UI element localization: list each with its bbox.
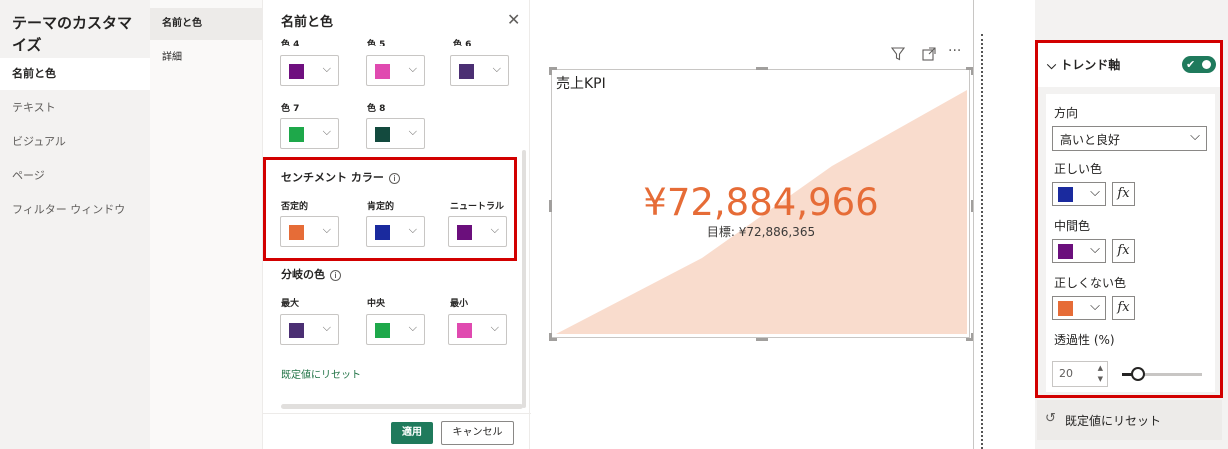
chevron-down-icon: ⌵ [408,125,417,138]
divergent-heading: 分岐の色 i [281,266,341,282]
min-swatch [457,323,472,338]
negative-swatch [289,225,304,240]
horizontal-scrollbar[interactable] [281,404,523,409]
resize-handle[interactable] [756,67,768,70]
subnav-item-name-and-colors[interactable]: 名前と色 [150,8,262,40]
neutral-label: ニュートラル [450,202,505,212]
color-6-picker[interactable]: ⌵ [450,55,509,86]
apply-button[interactable]: 適用 [391,422,433,444]
chevron-down-icon: ⌵ [490,321,499,334]
theme-customize-screen: テーマのカスタマイズ 名前と色 テキスト ビジュアル ページ フィルター ウィン… [0,0,1228,449]
kpi-visual[interactable]: 売上KPI ¥72,884,966 目標: ¥72,886,365 [549,67,974,341]
positive-color-picker[interactable]: ⌵ [366,216,425,247]
reset-icon: ↺ [1045,411,1056,426]
format-reset-label: 既定値にリセット [1065,414,1162,428]
more-options-icon[interactable]: ··· [948,43,961,59]
color-5-swatch [375,64,390,79]
max-swatch [289,323,304,338]
visual-title: 売上KPI [556,76,606,92]
sentiment-heading: センチメント カラー i [281,169,400,185]
nav-item-text[interactable]: テキスト [0,92,150,124]
info-icon[interactable]: i [388,173,400,184]
focus-mode-icon[interactable] [922,47,936,65]
positive-label: 肯定的 [367,202,395,212]
page-boundary [981,34,983,449]
center-swatch [375,323,390,338]
negative-label: 否定的 [281,202,309,212]
resize-handle[interactable] [549,200,552,212]
resize-handle[interactable] [756,338,768,341]
max-color-picker[interactable]: ⌵ [280,314,339,345]
color-8-swatch [375,127,390,142]
min-label: 最小 [450,299,469,309]
color-6-swatch [459,64,474,79]
sub-nav: 名前と色 詳細 [150,0,262,449]
chevron-down-icon: ⌵ [322,223,331,236]
chevron-down-icon: ⌵ [322,321,331,334]
canvas-edge [973,0,974,449]
center-label: 中央 [367,299,386,309]
chevron-down-icon: ⌵ [322,62,331,75]
trend-axis-highlight-box [1035,40,1223,398]
close-icon[interactable]: ✕ [507,10,520,29]
reset-to-default-link[interactable]: 既定値にリセット [281,366,361,381]
resize-handle[interactable] [549,333,552,341]
chevron-down-icon: ⌵ [408,223,417,236]
nav-item-filter-pane[interactable]: フィルター ウィンドウ [0,194,150,226]
chevron-down-icon: ⌵ [322,125,331,138]
neutral-swatch [457,225,472,240]
negative-color-picker[interactable]: ⌵ [280,216,339,247]
chevron-down-icon: ⌵ [492,62,501,75]
color-7-label: 色 7 [281,104,300,114]
color-7-swatch [289,127,304,142]
filter-icon[interactable] [890,47,906,65]
color-4-swatch [289,64,304,79]
kpi-value: ¥72,884,966 [643,181,879,224]
color-4-label: 色 4 [281,40,300,46]
nav-item-page[interactable]: ページ [0,160,150,192]
color-6-label: 色 6 [453,40,472,46]
visual-header-icons: ··· [890,43,970,67]
chevron-down-icon: ⌵ [408,62,417,75]
nav-title: テーマのカスタマイズ [12,14,133,54]
sentiment-heading-text: センチメント カラー [281,171,384,184]
vertical-scrollbar[interactable] [522,150,526,408]
format-reset-button[interactable]: ↺ 既定値にリセット [1037,400,1222,440]
positive-swatch [375,225,390,240]
cancel-button[interactable]: キャンセル [441,421,514,445]
settings-panel: 名前と色 ✕ 色 4 色 5 色 6 ⌵ ⌵ ⌵ 色 7 色 8 ⌵ ⌵ センチ… [262,0,531,449]
chevron-down-icon: ⌵ [490,223,499,236]
color-4-picker[interactable]: ⌵ [280,55,339,86]
footer-divider [263,413,531,414]
min-color-picker[interactable]: ⌵ [448,314,507,345]
center-color-picker[interactable]: ⌵ [366,314,425,345]
resize-handle[interactable] [549,67,552,75]
kpi-goal: 目標: ¥72,886,365 [706,225,816,239]
color-7-picker[interactable]: ⌵ [280,118,339,149]
color-8-label: 色 8 [367,104,386,114]
max-label: 最大 [281,299,300,309]
nav-item-name-and-colors[interactable]: 名前と色 [0,58,150,90]
color-8-picker[interactable]: ⌵ [366,118,425,149]
color-5-label: 色 5 [367,40,386,46]
nav-item-visuals[interactable]: ビジュアル [0,126,150,158]
neutral-color-picker[interactable]: ⌵ [448,216,507,247]
color-5-picker[interactable]: ⌵ [366,55,425,86]
chevron-down-icon: ⌵ [408,321,417,334]
subnav-item-advanced[interactable]: 詳細 [150,42,262,74]
panel-title: 名前と色 [281,15,334,30]
info-icon[interactable]: i [330,270,341,281]
divergent-heading-text: 分岐の色 [281,268,325,281]
theme-nav: テーマのカスタマイズ 名前と色 テキスト ビジュアル ページ フィルター ウィン… [0,0,150,449]
